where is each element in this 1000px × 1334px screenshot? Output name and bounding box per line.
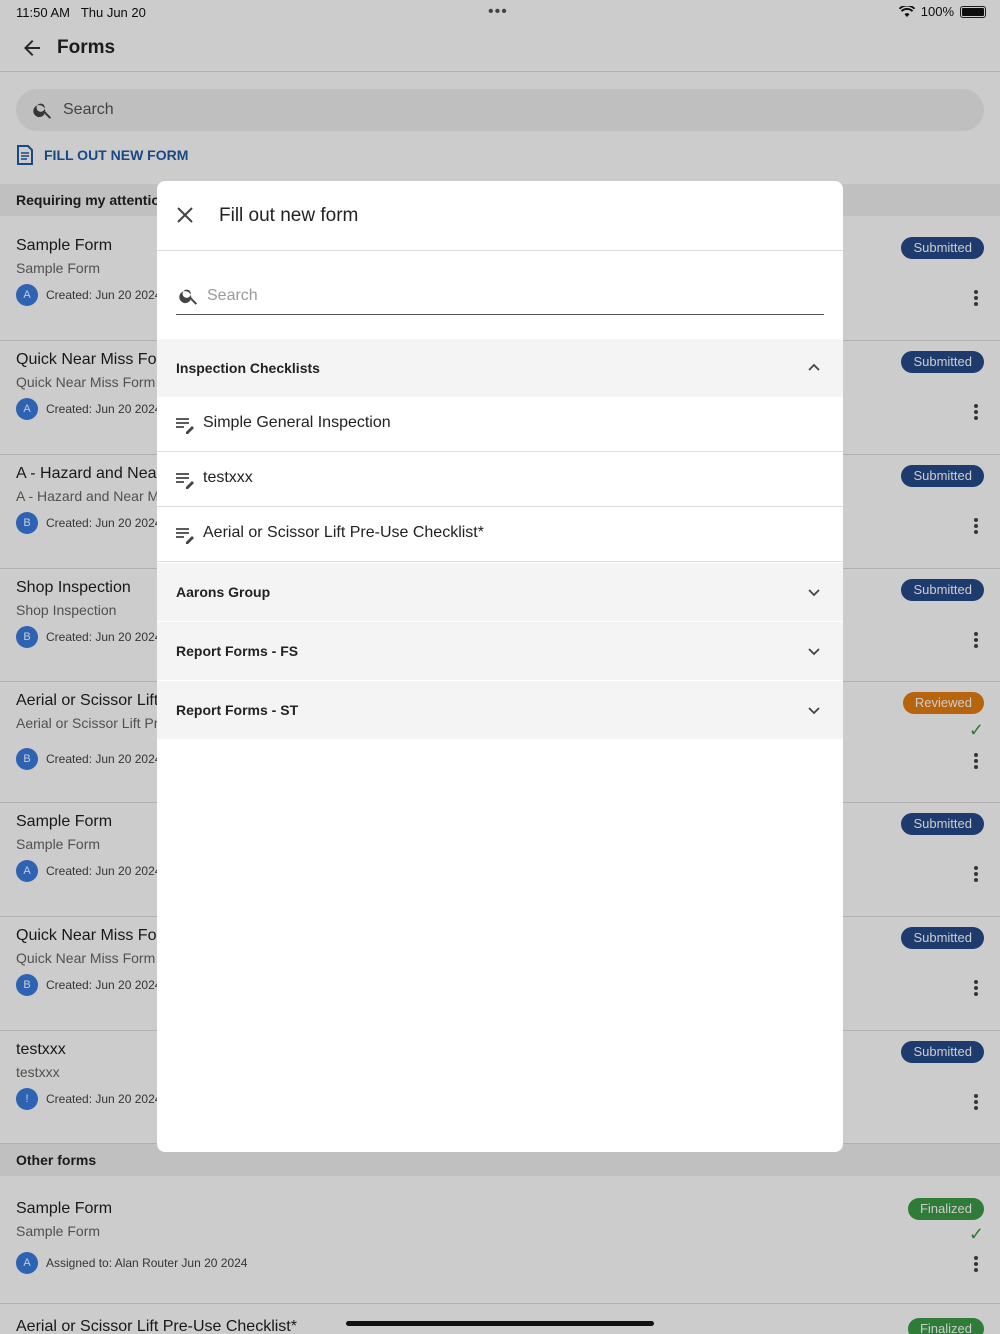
group-label: Inspection Checklists	[176, 360, 320, 376]
group-inspection-checklists[interactable]: Inspection Checklists	[157, 339, 843, 397]
dialog-header: Fill out new form	[157, 181, 843, 251]
form-option-testxxx[interactable]: testxxx	[157, 452, 843, 507]
dialog-search	[176, 279, 824, 315]
chevron-down-icon	[808, 589, 820, 597]
fill-out-new-form-dialog: Fill out new form Inspection Checklists …	[157, 181, 843, 1152]
edit-form-icon	[176, 528, 194, 544]
edit-form-icon	[176, 473, 194, 489]
form-option-label: Aerial or Scissor Lift Pre-Use Checklist…	[203, 524, 484, 541]
group-aarons-group[interactable]: Aarons Group	[157, 563, 843, 621]
chevron-down-icon	[808, 648, 820, 656]
group-report-forms-st[interactable]: Report Forms - ST	[157, 681, 843, 739]
edit-form-icon	[176, 418, 194, 434]
group-label: Report Forms - FS	[176, 643, 299, 659]
form-option-label: testxxx	[203, 469, 253, 486]
chevron-down-icon	[808, 707, 820, 715]
dialog-title: Fill out new form	[219, 205, 359, 226]
close-icon[interactable]	[175, 205, 195, 225]
form-option-label: Simple General Inspection	[203, 414, 391, 431]
group-report-forms-fs[interactable]: Report Forms - FS	[157, 622, 843, 680]
form-option-simple-general-inspection[interactable]: Simple General Inspection	[157, 397, 843, 452]
home-indicator[interactable]	[346, 1321, 654, 1326]
group-label: Aarons Group	[176, 584, 271, 600]
dialog-search-input[interactable]	[207, 283, 807, 309]
form-option-aerial-scissor-lift[interactable]: Aerial or Scissor Lift Pre-Use Checklist…	[157, 507, 843, 562]
chevron-up-icon	[808, 363, 820, 371]
search-icon	[179, 289, 198, 305]
group-label: Report Forms - ST	[176, 702, 299, 718]
